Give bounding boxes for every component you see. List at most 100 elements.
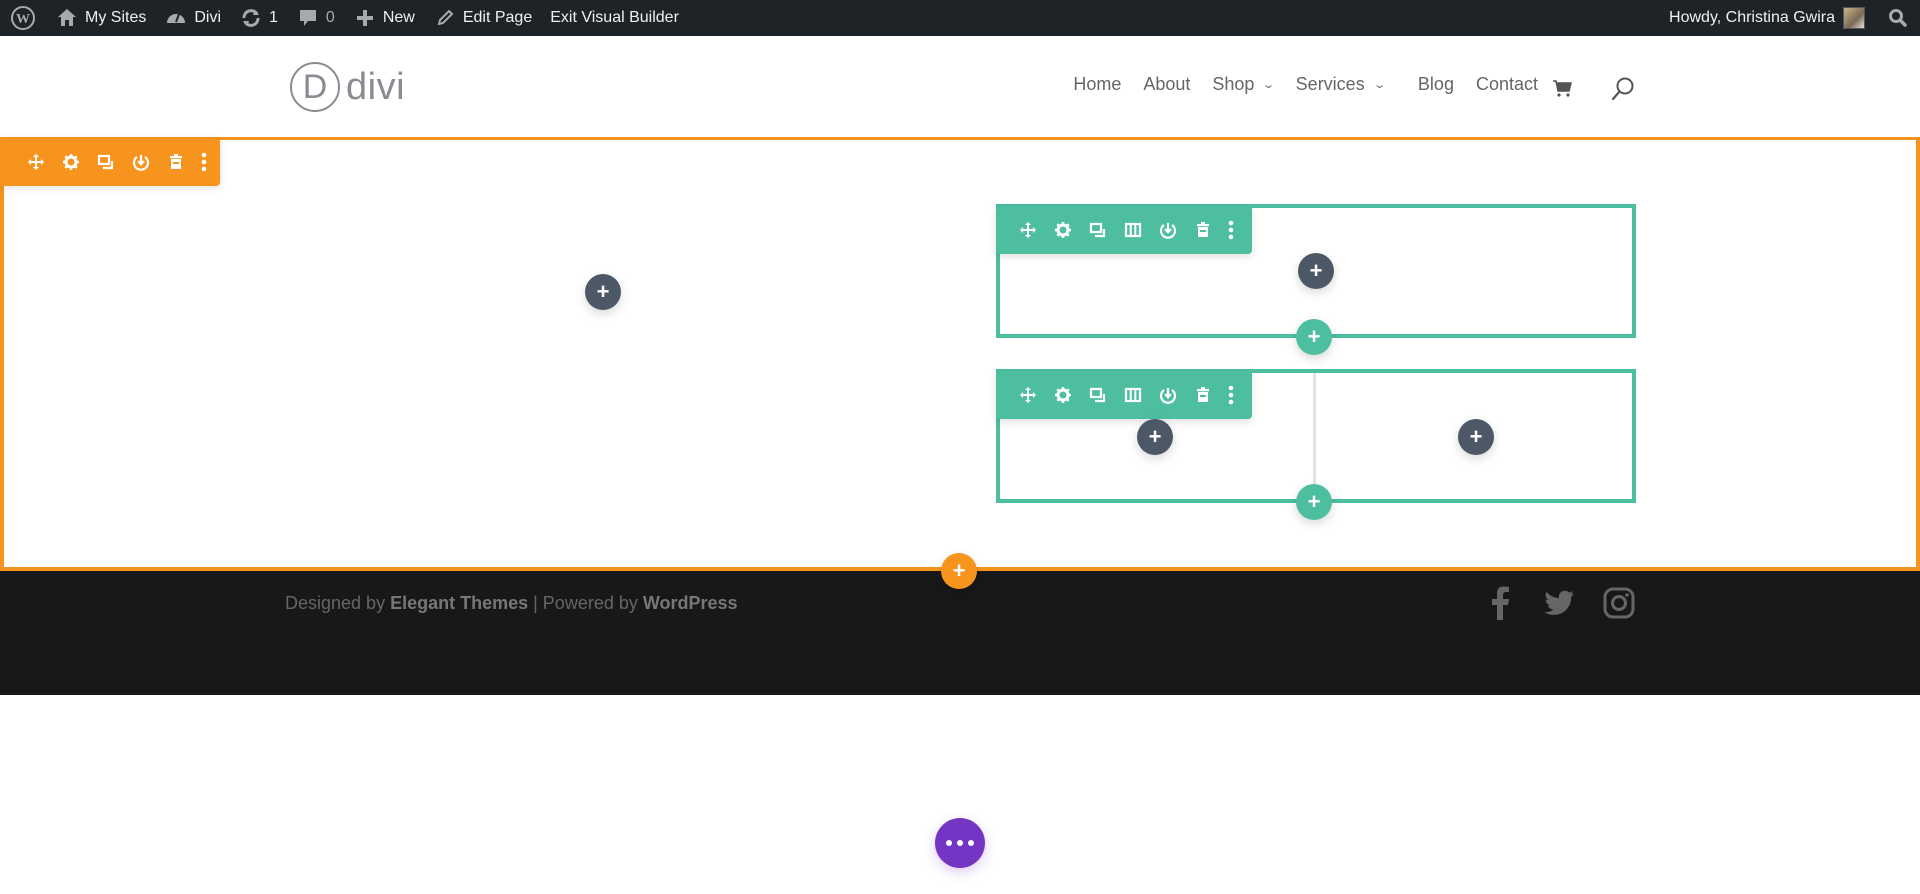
nav-item-contact[interactable]: Contact xyxy=(1476,74,1538,95)
section-toolbar xyxy=(0,138,220,186)
facebook-icon xyxy=(1492,586,1509,620)
nav-item-home[interactable]: Home xyxy=(1073,74,1121,95)
chevron-down-icon: ⌄ xyxy=(1372,79,1386,91)
comments-count: 0 xyxy=(325,9,335,26)
duplicate-button[interactable] xyxy=(1080,215,1115,245)
trash-icon xyxy=(169,154,182,169)
comments-icon xyxy=(296,6,320,30)
svg-text:W: W xyxy=(16,12,30,27)
duplicate-button[interactable] xyxy=(88,147,123,177)
site-name-menu[interactable]: Divi xyxy=(155,0,230,36)
more-options-button[interactable] xyxy=(1220,215,1242,245)
updates-icon xyxy=(239,6,263,30)
save-to-library-button[interactable] xyxy=(1150,215,1185,245)
add-module-button[interactable]: + xyxy=(1298,253,1334,289)
facebook-link[interactable] xyxy=(1489,586,1511,625)
more-vertical-icon xyxy=(1228,385,1234,405)
admin-search-button[interactable] xyxy=(1879,0,1920,36)
new-label: New xyxy=(382,9,415,26)
twitter-link[interactable] xyxy=(1543,590,1575,623)
page-settings-button[interactable] xyxy=(935,818,985,868)
add-section-button[interactable]: + xyxy=(941,553,977,589)
exit-visual-builder-link[interactable]: Exit Visual Builder xyxy=(541,0,688,36)
dashboard-icon xyxy=(164,6,188,30)
duplicate-button[interactable] xyxy=(1080,380,1115,410)
nav-label: Blog xyxy=(1417,74,1454,94)
instagram-link[interactable] xyxy=(1603,587,1635,624)
pencil-icon xyxy=(433,6,457,30)
more-vertical-icon xyxy=(1228,220,1234,240)
updates-menu[interactable]: 1 xyxy=(230,0,287,36)
wordpress-logo-icon: W xyxy=(11,6,35,30)
duplicate-icon xyxy=(97,154,113,170)
more-options-button[interactable] xyxy=(193,147,215,177)
nav-item-services[interactable]: Services ⌄ xyxy=(1296,74,1386,95)
plus-icon: + xyxy=(1148,424,1162,449)
nav-label: Home xyxy=(1073,74,1122,94)
nav-label: Contact xyxy=(1475,74,1538,94)
chevron-down-icon: ⌄ xyxy=(1262,79,1276,91)
new-content-menu[interactable]: New xyxy=(344,0,424,36)
site-header: D divi Home About Shop ⌄ Services ⌄ Blog C… xyxy=(0,36,1920,137)
add-row-button[interactable]: + xyxy=(1296,319,1332,355)
updates-count: 1 xyxy=(269,9,278,26)
delete-button[interactable] xyxy=(1185,380,1220,410)
search-icon xyxy=(1889,9,1907,27)
wordpress-menu[interactable]: W xyxy=(0,0,46,36)
save-to-library-button[interactable] xyxy=(123,147,158,177)
more-options-button[interactable] xyxy=(1220,380,1242,410)
builder-section[interactable] xyxy=(0,137,1920,571)
move-button[interactable] xyxy=(1010,215,1045,245)
edit-page-link[interactable]: Edit Page xyxy=(424,0,541,36)
cart-button[interactable] xyxy=(1552,78,1572,103)
columns-button[interactable] xyxy=(1115,215,1150,245)
dot xyxy=(946,840,952,846)
plus-icon: + xyxy=(1307,489,1321,514)
row-toolbar xyxy=(996,371,1252,419)
footer-credits: Designed by Elegant Themes | Powered by … xyxy=(285,593,738,614)
twitter-icon xyxy=(1544,590,1575,615)
elegant-themes-link[interactable]: Elegant Themes xyxy=(390,593,528,613)
gear-icon xyxy=(1054,387,1071,403)
comments-menu[interactable]: 0 xyxy=(287,0,344,36)
wordpress-link[interactable]: WordPress xyxy=(643,593,738,613)
move-button[interactable] xyxy=(18,147,53,177)
delete-button[interactable] xyxy=(1185,215,1220,245)
columns-icon xyxy=(1124,387,1141,403)
site-logo[interactable]: D divi xyxy=(290,62,405,112)
plus-icon: + xyxy=(1309,258,1323,283)
logo-mark: D xyxy=(290,62,340,112)
settings-button[interactable] xyxy=(53,147,88,177)
settings-button[interactable] xyxy=(1045,380,1080,410)
nav-item-about[interactable]: About xyxy=(1143,74,1190,95)
plus-icon xyxy=(353,6,377,30)
site-name-label: Divi xyxy=(194,9,222,26)
add-module-button[interactable]: + xyxy=(1137,419,1173,455)
columns-button[interactable] xyxy=(1115,380,1150,410)
duplicate-icon xyxy=(1089,387,1105,403)
my-sites-label: My Sites xyxy=(85,9,147,26)
instagram-icon xyxy=(1603,587,1635,619)
nav-item-blog[interactable]: Blog xyxy=(1418,74,1454,95)
plus-icon: + xyxy=(1307,324,1321,349)
add-module-button[interactable]: + xyxy=(585,274,621,310)
wp-admin-bar: W My Sites Divi 1 0 New Edit Page Exit V… xyxy=(0,0,1920,36)
add-row-button[interactable]: + xyxy=(1296,484,1332,520)
delete-button[interactable] xyxy=(158,147,193,177)
columns-icon xyxy=(1124,222,1141,238)
nav-item-shop[interactable]: Shop ⌄ xyxy=(1212,74,1276,95)
add-module-button[interactable]: + xyxy=(1458,419,1494,455)
settings-button[interactable] xyxy=(1045,215,1080,245)
logo-letter: D xyxy=(302,67,328,106)
edit-page-label: Edit Page xyxy=(462,9,533,26)
header-search-button[interactable] xyxy=(1611,76,1635,107)
greeting-text: Howdy, Christina Gwira xyxy=(1669,9,1835,26)
dot xyxy=(957,840,963,846)
save-to-library-button[interactable] xyxy=(1150,380,1185,410)
my-account-menu[interactable]: Howdy, Christina Gwira xyxy=(1660,0,1879,36)
dot xyxy=(968,840,974,846)
my-sites-menu[interactable]: My Sites xyxy=(46,0,155,36)
move-button[interactable] xyxy=(1010,380,1045,410)
duplicate-icon xyxy=(1089,222,1105,238)
plus-icon: + xyxy=(596,279,610,304)
